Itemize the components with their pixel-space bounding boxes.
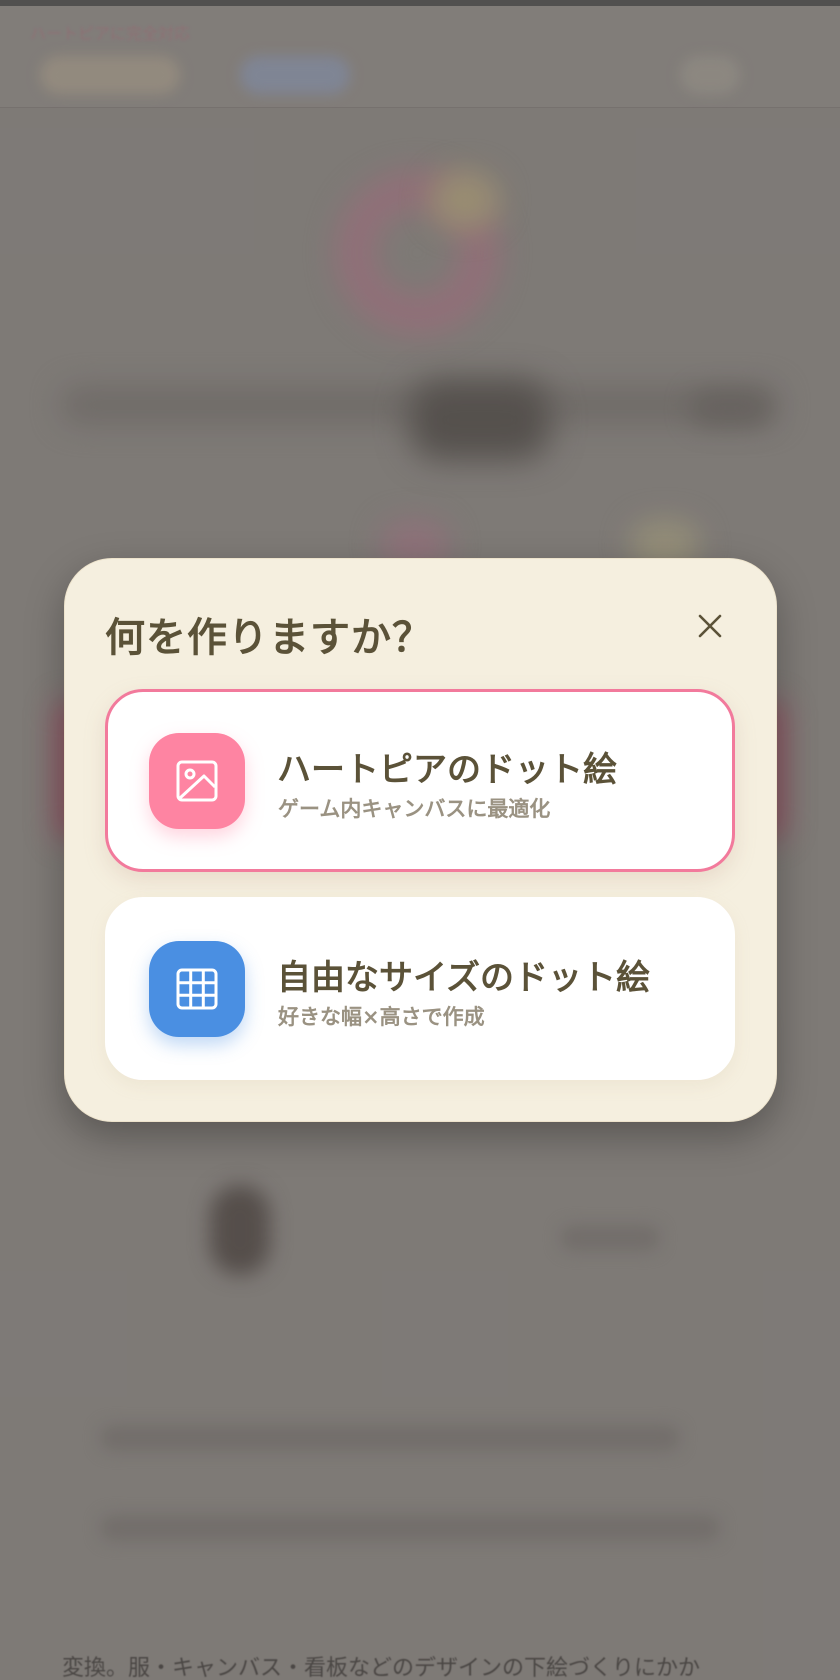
option-icon-tile	[149, 941, 245, 1037]
create-type-modal: 何を作りますか？ ハートピアのドット絵 ゲーム内キャンバスに最適化 自由なサイズ…	[64, 558, 777, 1122]
modal-title: 何を作りますか？	[105, 615, 433, 661]
option-heartopia-pixel-art[interactable]: ハートピアのドット絵 ゲーム内キャンバスに最適化	[105, 689, 735, 872]
option-icon-tile	[149, 733, 245, 829]
option-free-size-pixel-art[interactable]: 自由なサイズのドット絵 好きな幅×高さで作成	[105, 897, 735, 1080]
option-subtitle: ゲーム内キャンバスに最適化	[278, 797, 551, 821]
close-icon	[698, 614, 722, 638]
option-title: ハートピアのドット絵	[277, 750, 617, 790]
grid-icon	[176, 968, 218, 1010]
close-button[interactable]	[685, 601, 735, 651]
option-title: 自由なサイズのドット絵	[277, 958, 650, 998]
option-subtitle: 好きな幅×高さで作成	[278, 1005, 485, 1029]
image-icon	[176, 760, 218, 802]
